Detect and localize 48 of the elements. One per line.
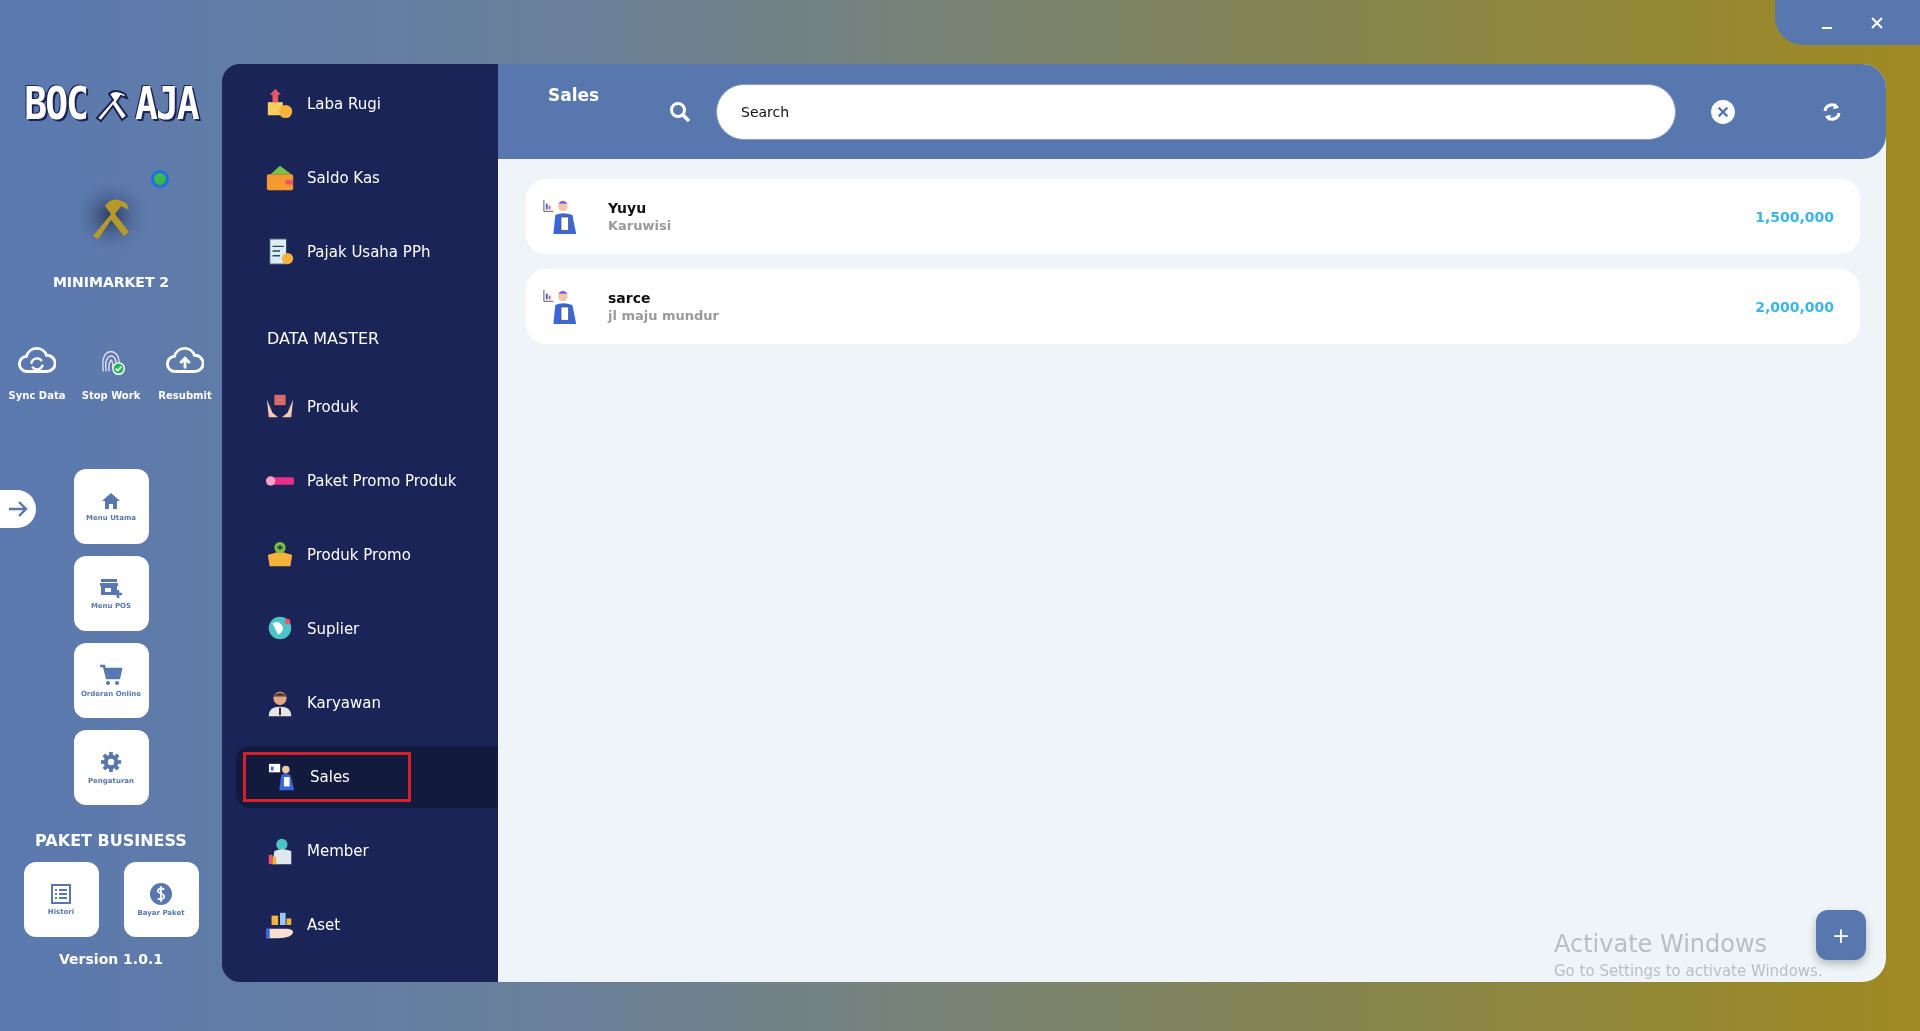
sales-address: Karuwisi: [608, 218, 673, 233]
menu-item[interactable]: Karyawan: [222, 679, 396, 727]
sales-card[interactable]: sarce jl maju mundur 2,000,000: [526, 269, 1860, 344]
page-title: Sales: [548, 85, 601, 105]
sales-card[interactable]: Yuyu Karuwisi 1,500,000: [526, 179, 1860, 254]
resubmit-button[interactable]: Resubmit: [151, 346, 219, 401]
menu-section-title: DATA MASTER: [266, 328, 381, 350]
close-icon[interactable]: [1870, 15, 1884, 30]
sales-address: jl maju mundur: [608, 308, 721, 323]
settings-icon: [100, 750, 122, 773]
package-title: PAKET BUSINESS: [35, 831, 187, 850]
version-label: Version 1.0.1: [59, 951, 163, 967]
sales-amount: 1,500,000: [1755, 208, 1834, 225]
list-icon: [51, 883, 71, 904]
menu-item[interactable]: Laba Rugi: [222, 80, 396, 128]
close-icon: [1710, 98, 1736, 125]
search-icon: [668, 99, 692, 124]
cart-icon: [99, 663, 123, 686]
stop-work-button[interactable]: Stop Work: [77, 346, 145, 401]
menu-item[interactable]: Member: [222, 827, 384, 875]
menu-item[interactable]: Suplier: [222, 605, 375, 653]
tag-icon: [265, 475, 295, 487]
menu-item[interactable]: Produk Promo: [222, 531, 426, 579]
menu-item[interactable]: Paket Promo Produk: [222, 463, 472, 499]
sales-name: Yuyu: [608, 200, 648, 216]
cloud-sync-icon: [18, 346, 56, 376]
logo-text: BOC: [24, 78, 87, 130]
dollar-icon: [150, 882, 172, 905]
menu-item[interactable]: Sales: [243, 752, 411, 802]
add-button[interactable]: +: [1816, 910, 1866, 960]
store-name: MINIMARKET 2: [52, 274, 170, 290]
coins-icon: [265, 89, 295, 119]
cloud-upload-icon: [166, 346, 204, 376]
sales-amount: 2,000,000: [1755, 298, 1834, 315]
home-icon: [101, 491, 121, 510]
store-icon: [99, 577, 123, 598]
menu-item[interactable]: Produk: [222, 383, 374, 431]
menu-item[interactable]: Aset: [222, 901, 356, 949]
city-hand-icon: [265, 910, 295, 940]
search-field[interactable]: Search: [716, 83, 1676, 140]
sales-name: sarce: [608, 290, 652, 306]
clear-button[interactable]: [1710, 98, 1736, 125]
expand-button[interactable]: [0, 490, 36, 528]
menu-item[interactable]: Saldo Kas: [222, 154, 395, 202]
wallet-icon: [265, 163, 295, 193]
logo-text: AJA: [135, 78, 198, 130]
sync-data-button[interactable]: Sync Data: [3, 346, 71, 401]
menu-item[interactable]: Pajak Usaha PPh: [222, 228, 446, 276]
